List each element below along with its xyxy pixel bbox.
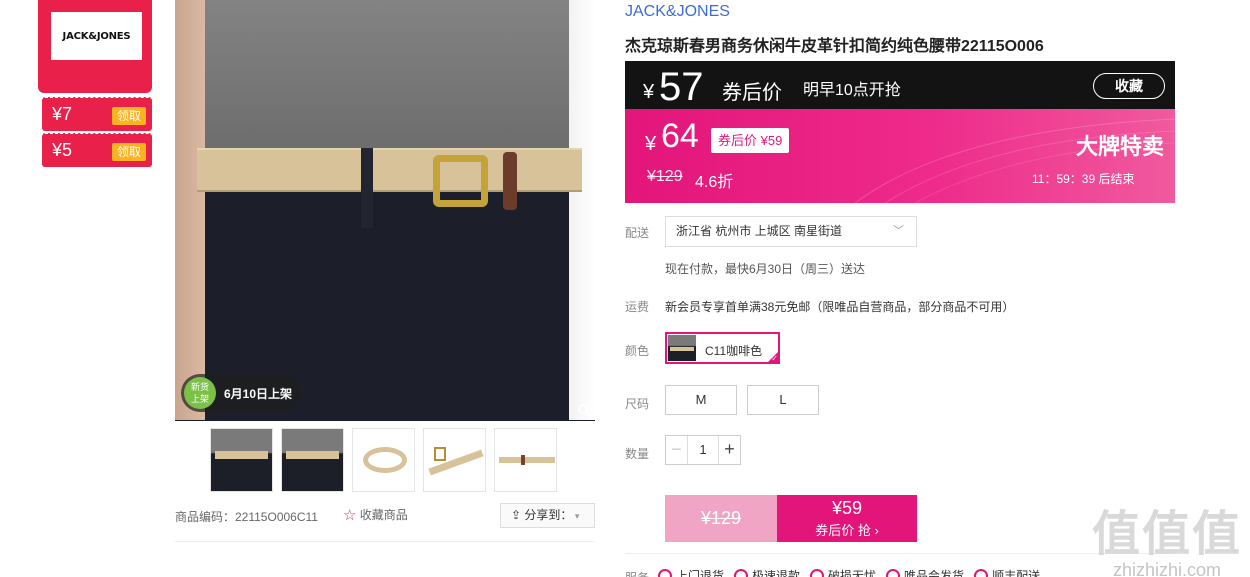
service-item: 极速退款 [734, 567, 800, 577]
new-arrival-date: 6月10日上架 [224, 387, 293, 401]
new-arrival-badge: 新货 上架 6月10日上架 [181, 374, 301, 412]
buy-original-price: ¥129 [665, 495, 777, 542]
brand-coupon-panel: JACK&JONES ¥7 领取 ¥5 领取 [38, 0, 152, 168]
image-keeper [503, 152, 517, 210]
coupon-price-label: 券后价 [722, 82, 782, 104]
service-item: 唯品会发货 [886, 567, 964, 577]
coupon-amount: ¥7 [52, 104, 73, 124]
color-option-selected[interactable]: C11咖啡色 ✓ [665, 332, 780, 364]
buy-coupon-price[interactable]: ¥59 券后价 抢 › [777, 495, 917, 542]
main-product-image[interactable]: 新货 上架 6月10日上架 [175, 0, 595, 421]
current-price: 64 [661, 117, 699, 155]
presale-bar: ¥ 57 券后价 明早10点开抢 收藏 [625, 61, 1175, 109]
address-select[interactable]: 浙江省 杭州市 上城区 南星街道 ﹀ [665, 216, 917, 247]
coupon-5: ¥5 领取 [42, 133, 152, 167]
currency-symbol: ¥ [645, 133, 657, 155]
chevron-down-icon: ▾ [572, 511, 580, 521]
share-button[interactable]: ⇪ 分享到： ▾ [500, 503, 595, 528]
color-option-label: C11咖啡色 [705, 344, 763, 358]
favorite-label: 收藏商品 [359, 508, 408, 522]
coupon-7: ¥7 领取 [42, 97, 152, 131]
collect-button[interactable]: 收藏 [1093, 73, 1165, 99]
size-option-m[interactable]: M [665, 385, 737, 415]
quantity-label: 数量 [625, 447, 650, 461]
new-arrival-circle: 新货 上架 [184, 377, 216, 409]
discount-rate: 4.6折 [695, 174, 734, 191]
divider [175, 541, 595, 542]
shipping-note: 新会员专享首单满38元免邮（限唯品自营商品，部分商品不可用） [665, 300, 1015, 314]
check-icon: ✓ [771, 354, 778, 363]
check-circle-icon [734, 569, 749, 577]
thumbnail-3[interactable] [352, 428, 415, 492]
thumbnail-5[interactable] [494, 428, 557, 492]
zoom-icon[interactable] [577, 403, 591, 417]
check-circle-icon [886, 569, 901, 577]
plus-button[interactable]: + [718, 436, 740, 464]
share-icon: ⇪ [511, 508, 525, 522]
current-price-bar: ¥ 64 券后价 ¥59 ¥129 4.6折 大牌特卖 11：59：39 后结束 [625, 109, 1175, 203]
image-arm [175, 0, 205, 420]
shipping-label: 运费 [625, 300, 650, 314]
coupon-amount: ¥5 [52, 140, 73, 160]
thumbnail-strip [210, 428, 557, 492]
quantity-value[interactable]: 1 [688, 436, 718, 464]
color-label: 颜色 [625, 344, 650, 358]
product-title: 杰克琼斯春男商务休闲牛皮革针扣简约纯色腰带22115O006 [625, 38, 1044, 55]
image-belt [197, 148, 582, 192]
size-label: 尺码 [625, 397, 650, 411]
claim-coupon-button[interactable]: 领取 [112, 143, 146, 161]
address-value: 浙江省 杭州市 上城区 南星街道 [676, 224, 843, 238]
quantity-stepper: − 1 + [665, 435, 741, 465]
image-belt-loop [361, 148, 373, 228]
price-panel: ¥ 57 券后价 明早10点开抢 收藏 ¥ 64 券后价 ¥59 ¥129 4.… [625, 61, 1175, 203]
brand-logo[interactable]: JACK&JONES [51, 12, 142, 60]
countdown-timer: 11：59：39 后结束 [1032, 172, 1135, 186]
minus-button[interactable]: − [666, 436, 688, 464]
thumbnail-1[interactable] [210, 428, 273, 492]
coupon-price-tag: 券后价 ¥59 [711, 128, 790, 153]
brand-link[interactable]: JACK&JONES [625, 3, 730, 21]
currency-symbol: ¥ [643, 81, 655, 103]
buy-button[interactable]: ¥129 ¥59 券后价 抢 › [665, 495, 917, 542]
delivery-label: 配送 [625, 226, 650, 240]
check-circle-icon [658, 569, 672, 577]
buy-action-label: 券后价 抢 › [815, 523, 879, 538]
check-circle-icon [810, 569, 825, 577]
service-label: 服务 [625, 569, 649, 577]
check-circle-icon [974, 569, 989, 577]
color-swatch [668, 335, 696, 361]
product-code: 商品编码：22115O006C11 [175, 510, 318, 524]
service-item: 破损无忧 [810, 567, 876, 577]
thumbnail-2[interactable] [281, 428, 344, 492]
delivery-estimate: 现在付款，最快6月30日（周三）送达 [665, 262, 866, 276]
image-background [569, 0, 595, 420]
image-buckle [433, 155, 488, 207]
star-icon: ☆ [343, 507, 357, 524]
brand-header: JACK&JONES [38, 0, 152, 93]
buy-price: ¥59 [831, 498, 863, 518]
claim-coupon-button[interactable]: 领取 [112, 107, 146, 125]
service-item: 上门退货 [658, 567, 724, 577]
coupon-price: 57 [659, 65, 704, 109]
sale-start-time: 明早10点开抢 [803, 82, 901, 99]
service-item: 顺丰配送 [974, 567, 1040, 577]
thumbnail-4[interactable] [423, 428, 486, 492]
watermark-logo: 值值值 [1091, 508, 1242, 561]
size-option-l[interactable]: L [747, 385, 819, 415]
favorite-product-link[interactable]: ☆ 收藏商品 [343, 506, 408, 524]
product-meta-row: 商品编码：22115O006C11 ☆ 收藏商品 ⇪ 分享到： ▾ [175, 503, 595, 529]
share-label: 分享到： [524, 508, 573, 522]
service-list: 上门退货 极速退款 破损无忧 唯品会发货 顺丰配送 [658, 567, 1040, 577]
site-watermark: 值值值 zhizhizhi.com [1092, 494, 1242, 577]
chevron-down-icon: ﹀ [893, 225, 904, 237]
image-shirt [175, 0, 595, 150]
watermark-site: zhizhizhi.com [1112, 560, 1222, 577]
brand-sale-logo: 大牌特卖 [1076, 134, 1165, 159]
original-price: ¥129 [647, 168, 683, 185]
